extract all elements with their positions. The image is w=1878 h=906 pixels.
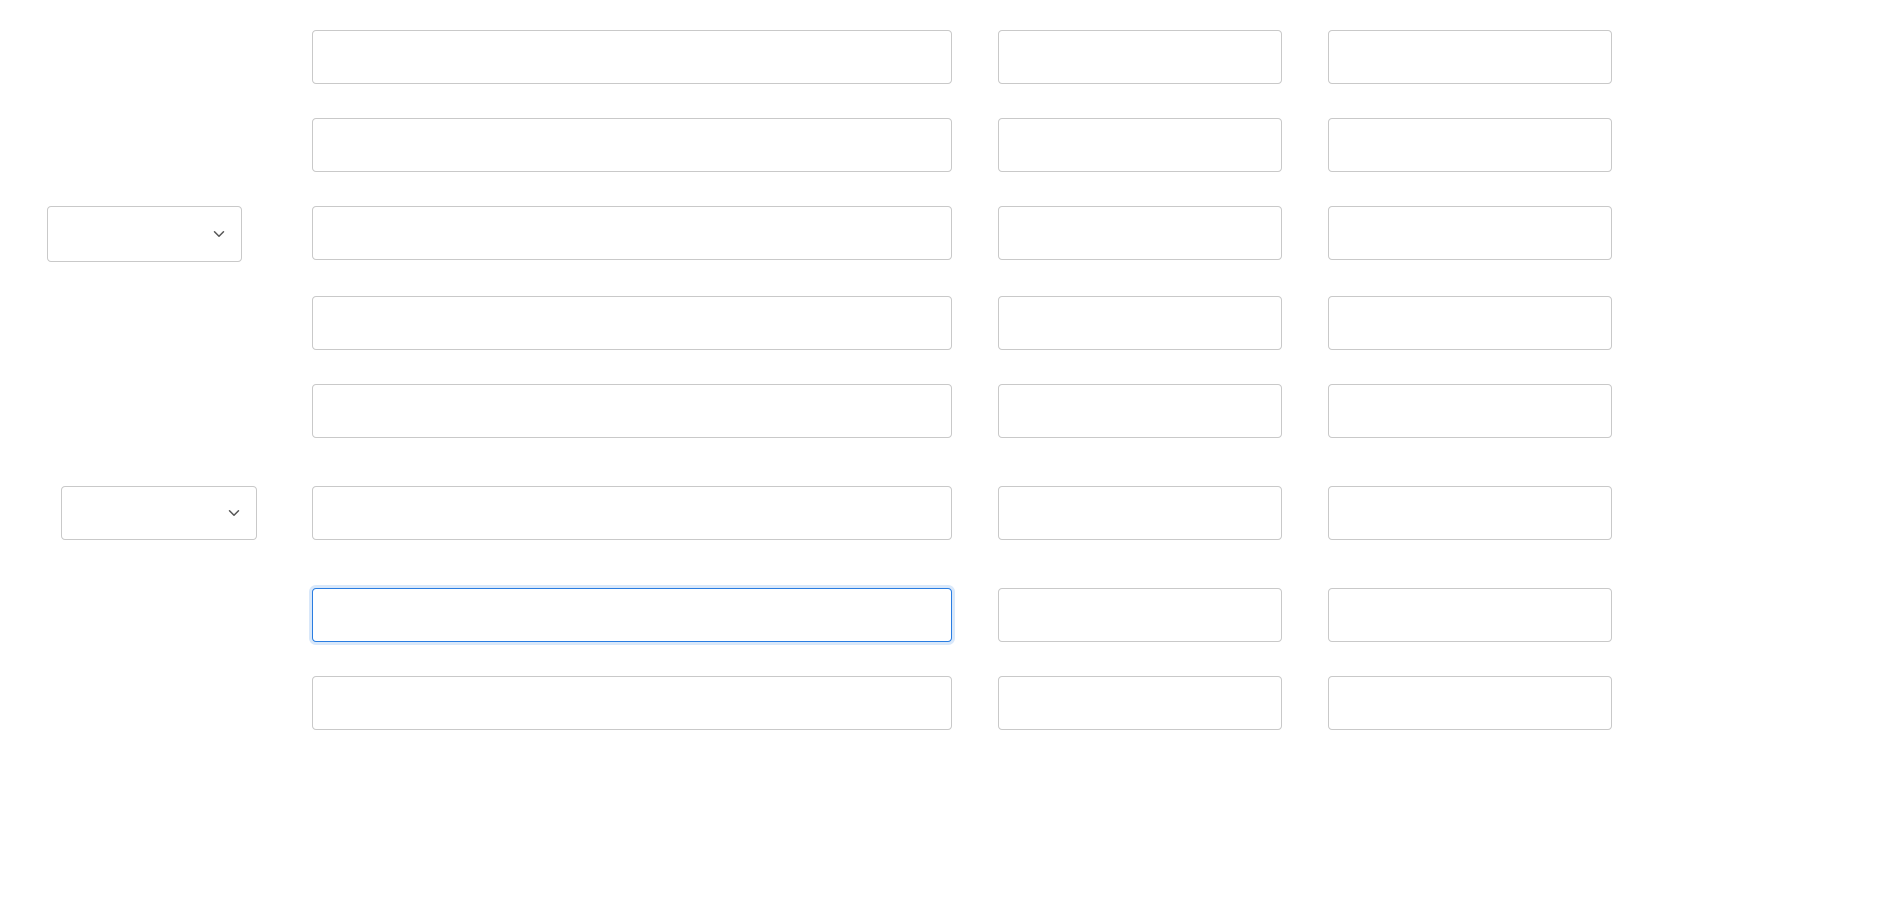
form-row (47, 676, 1878, 730)
text-input-r4-c1[interactable] (312, 296, 952, 350)
select-a[interactable] (47, 206, 242, 262)
left-column (47, 206, 312, 262)
form-row (47, 30, 1878, 84)
text-input-r7-c1[interactable] (312, 588, 952, 642)
left-column (47, 486, 312, 540)
text-input-r5-c3[interactable] (1328, 384, 1612, 438)
text-input-r8-c3[interactable] (1328, 676, 1612, 730)
text-input-r6-c2[interactable] (998, 486, 1282, 540)
text-input-r3-c1[interactable] (312, 206, 952, 260)
text-input-r4-c2[interactable] (998, 296, 1282, 350)
text-input-r7-c3[interactable] (1328, 588, 1612, 642)
text-input-r1-c2[interactable] (998, 30, 1282, 84)
cells (312, 588, 1612, 642)
text-input-r8-c2[interactable] (998, 676, 1282, 730)
cells (312, 118, 1612, 172)
cells (312, 296, 1612, 350)
select-wrap-b (61, 486, 257, 540)
form-row (47, 206, 1878, 262)
text-input-r8-c1[interactable] (312, 676, 952, 730)
form-row (47, 296, 1878, 350)
cells (312, 30, 1612, 84)
text-input-r1-c1[interactable] (312, 30, 952, 84)
cells (312, 384, 1612, 438)
text-input-r6-c1[interactable] (312, 486, 952, 540)
text-input-r7-c2[interactable] (998, 588, 1282, 642)
form-row (47, 118, 1878, 172)
cells (312, 486, 1612, 540)
cells (312, 206, 1612, 260)
text-input-r2-c3[interactable] (1328, 118, 1612, 172)
text-input-r2-c1[interactable] (312, 118, 952, 172)
text-input-r3-c2[interactable] (998, 206, 1282, 260)
text-input-r1-c3[interactable] (1328, 30, 1612, 84)
text-input-r3-c3[interactable] (1328, 206, 1612, 260)
select-wrap-a (47, 206, 242, 262)
text-input-r6-c3[interactable] (1328, 486, 1612, 540)
form-row (47, 588, 1878, 642)
form-row (47, 486, 1878, 540)
text-input-r5-c1[interactable] (312, 384, 952, 438)
cells (312, 676, 1612, 730)
text-input-r4-c3[interactable] (1328, 296, 1612, 350)
text-input-r5-c2[interactable] (998, 384, 1282, 438)
select-b[interactable] (61, 486, 257, 540)
text-input-r2-c2[interactable] (998, 118, 1282, 172)
form-row (47, 384, 1878, 438)
